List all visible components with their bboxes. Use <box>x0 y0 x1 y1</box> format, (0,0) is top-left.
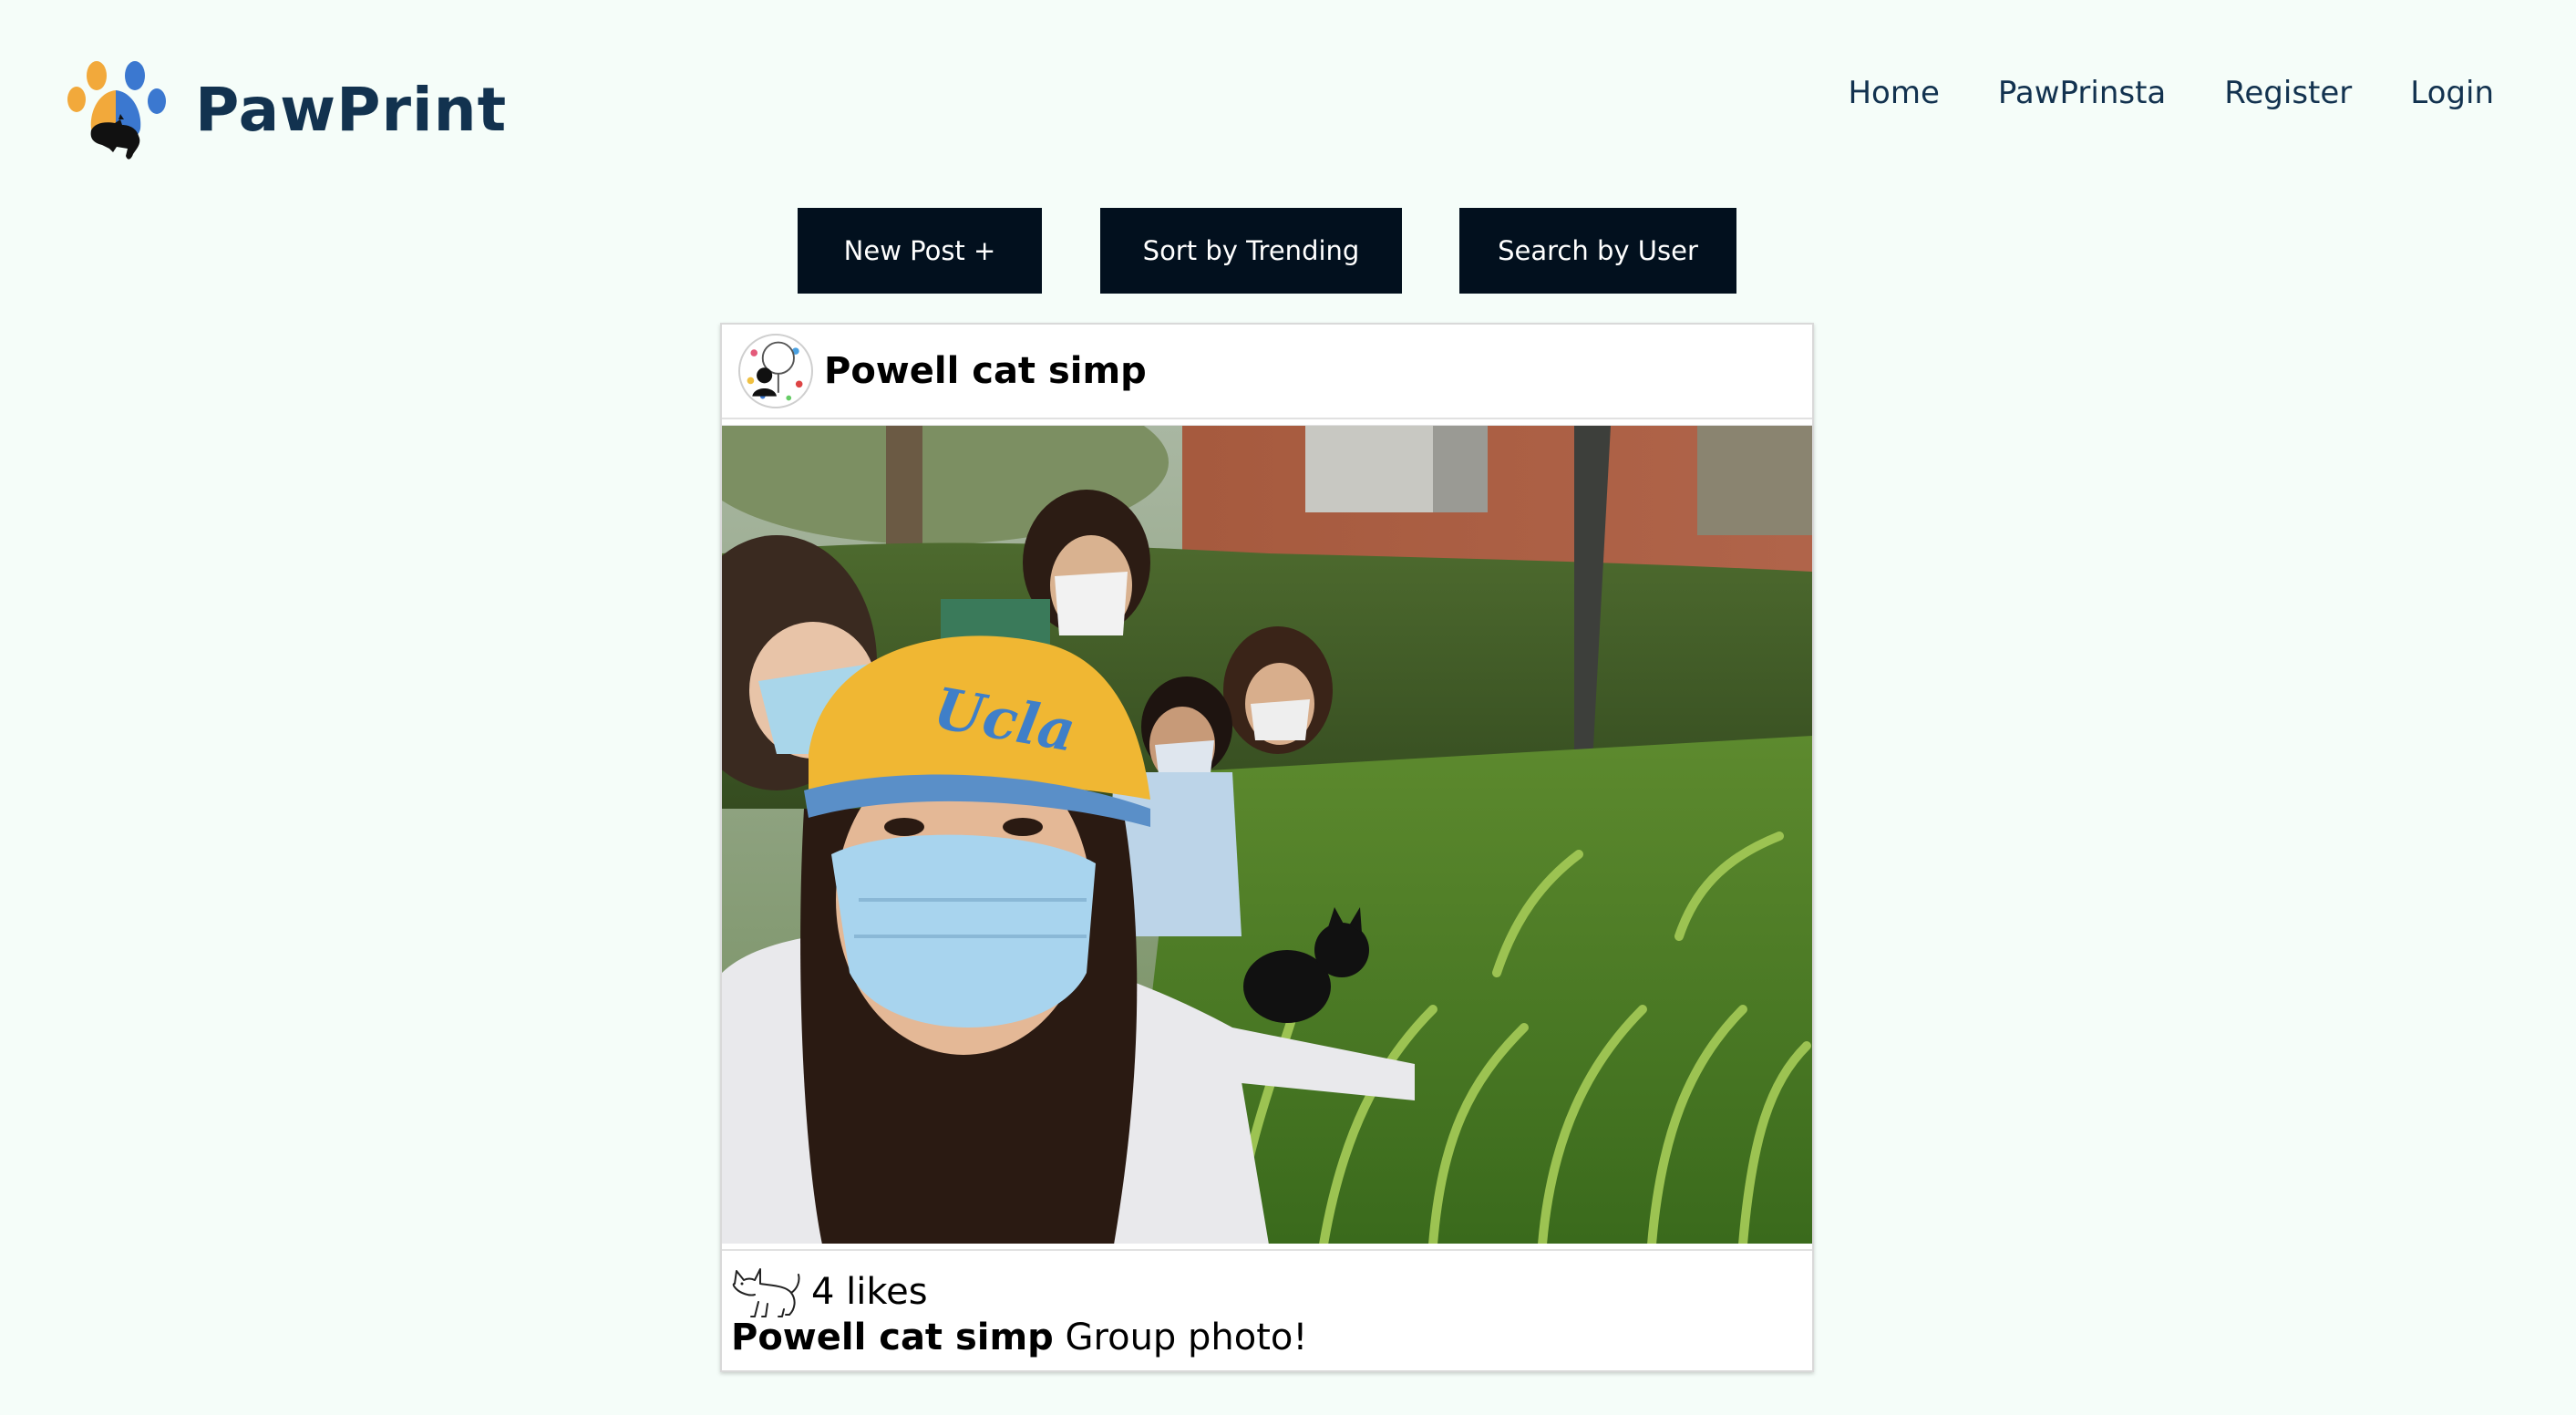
caption-username[interactable]: Powell cat simp <box>731 1317 1054 1358</box>
avatar[interactable] <box>738 334 813 408</box>
paw-cat-logo-icon <box>67 61 166 160</box>
post-footer: 4 likes Powell cat simp Group photo! <box>722 1249 1812 1372</box>
post-header: Powell cat simp <box>722 325 1812 419</box>
nav-register[interactable]: Register <box>2224 75 2352 111</box>
caption-text: Group photo! <box>1065 1317 1308 1358</box>
new-post-button[interactable]: New Post + <box>798 208 1042 294</box>
nav-pawprinsta[interactable]: PawPrinsta <box>1998 75 2166 111</box>
post-card: Powell cat simp Ucla 4 likes Powell cat … <box>720 323 1814 1372</box>
caption: Powell cat simp Group photo! <box>731 1317 1307 1358</box>
nav-home[interactable]: Home <box>1848 75 1939 111</box>
nav-login[interactable]: Login <box>2410 75 2494 111</box>
avatar-illustration <box>747 341 803 401</box>
likes-row: 4 likes <box>731 1265 928 1318</box>
group-selfie-photo: Ucla <box>722 426 1812 1244</box>
cat-outline-icon[interactable] <box>731 1265 802 1318</box>
sort-trending-button[interactable]: Sort by Trending <box>1100 208 1402 294</box>
post-photo: Ucla <box>722 425 1812 1244</box>
page: PawPrint Home PawPrinsta Register Login … <box>0 0 2576 1415</box>
brand[interactable]: PawPrint <box>64 55 507 164</box>
brand-name: PawPrint <box>195 74 508 145</box>
post-username[interactable]: Powell cat simp <box>824 350 1147 392</box>
main-nav: Home PawPrinsta Register Login <box>1848 75 2494 111</box>
likes-count: 4 likes <box>811 1271 928 1313</box>
search-user-button[interactable]: Search by User <box>1459 208 1736 294</box>
